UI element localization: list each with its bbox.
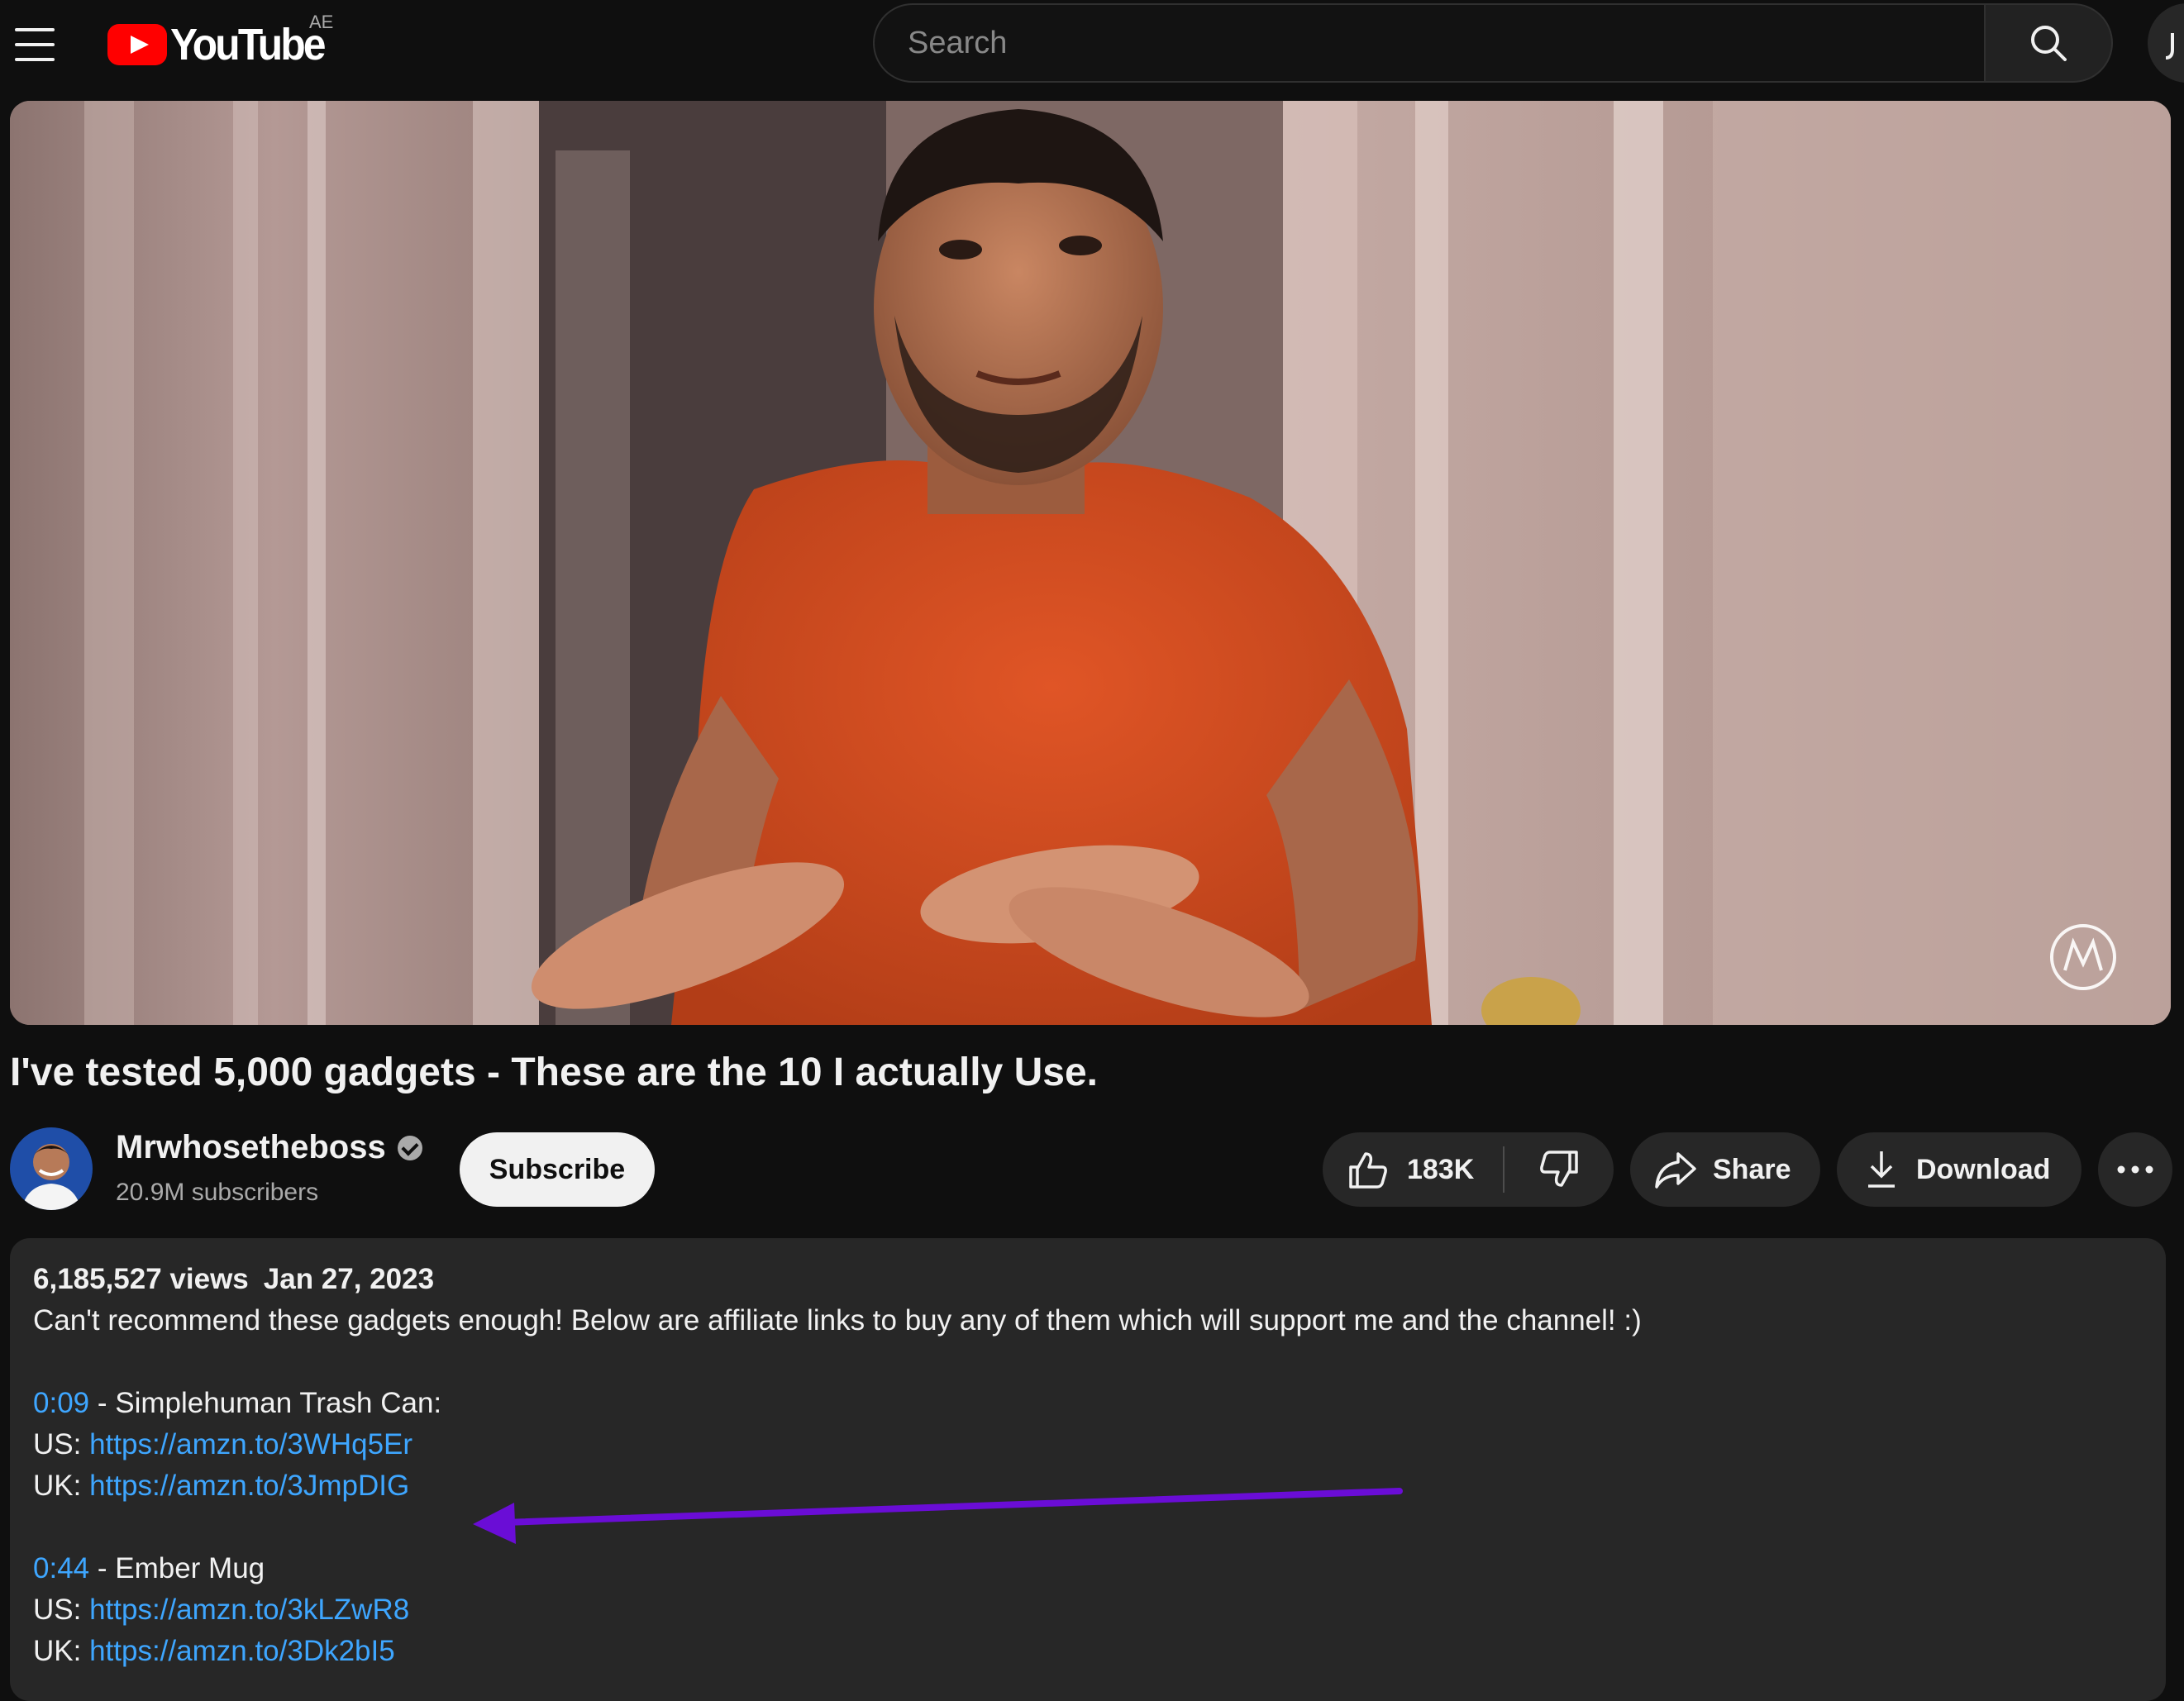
affiliate-link[interactable]: https://amzn.to/3JmpDIG [89, 1470, 409, 1502]
download-icon [1868, 1151, 1895, 1188]
like-icon [1349, 1152, 1387, 1189]
dislike-button[interactable] [1504, 1132, 1614, 1207]
masthead: YouTube AE [0, 0, 2184, 101]
mic-icon [2165, 33, 2174, 60]
uk-label: UK: [33, 1635, 90, 1667]
like-count: 183K [1407, 1153, 1475, 1185]
mic-button[interactable] [2148, 3, 2184, 83]
share-label: Share [1713, 1153, 1791, 1185]
chapter-title: - Simplehuman Trash Can: [89, 1387, 442, 1419]
dislike-icon [1540, 1151, 1578, 1187]
share-icon [1655, 1152, 1696, 1189]
menu-icon[interactable] [15, 28, 55, 61]
affiliate-link[interactable]: https://amzn.to/3kLZwR8 [89, 1594, 409, 1626]
description-meta: 6,185,527 views Jan 27, 2023 [33, 1263, 434, 1296]
chapter-line: 0:09 - Simplehuman Trash Can: [33, 1387, 441, 1420]
video-player[interactable] [10, 101, 2171, 1025]
subscribe-button[interactable]: Subscribe [460, 1132, 655, 1207]
more-icon [2117, 1165, 2153, 1174]
search-button[interactable] [1984, 3, 2113, 83]
us-link-line: US: https://amzn.to/3WHq5Er [33, 1428, 412, 1461]
channel-name[interactable]: Mrwhosetheboss [116, 1129, 422, 1166]
video-title: I've tested 5,000 gadgets - These are th… [10, 1051, 1099, 1094]
download-button[interactable]: Download [1837, 1132, 2081, 1207]
like-button[interactable]: 183K [1323, 1132, 1503, 1207]
video-frame [10, 101, 2171, 1025]
download-label: Download [1916, 1153, 2051, 1185]
timestamp-link[interactable]: 0:09 [33, 1387, 89, 1419]
timestamp-link[interactable]: 0:44 [33, 1552, 89, 1584]
uk-link-line: UK: https://amzn.to/3JmpDIG [33, 1470, 409, 1503]
logo-text: YouTube [170, 20, 327, 69]
youtube-logo[interactable]: YouTube [107, 20, 337, 69]
chapter-title: - Ember Mug [89, 1552, 265, 1584]
youtube-logo-icon [107, 24, 167, 65]
view-count: 6,185,527 views [33, 1263, 249, 1295]
affiliate-link[interactable]: https://amzn.to/3Dk2bI5 [89, 1635, 395, 1667]
us-label: US: [33, 1428, 90, 1460]
affiliate-link[interactable]: https://amzn.to/3WHq5Er [89, 1428, 412, 1460]
upload-date: Jan 27, 2023 [263, 1263, 435, 1295]
verified-icon [397, 1135, 422, 1160]
search-bar [873, 3, 2113, 83]
channel-avatar[interactable] [10, 1127, 93, 1210]
more-actions-button[interactable] [2098, 1132, 2172, 1207]
uk-label: UK: [33, 1470, 90, 1502]
channel-name-text: Mrwhosetheboss [116, 1129, 386, 1165]
subscriber-count: 20.9M subscribers [116, 1179, 319, 1206]
search-icon [2031, 26, 2067, 61]
description-panel[interactable]: 6,185,527 views Jan 27, 2023 Can't recomm… [10, 1238, 2166, 1701]
search-input[interactable] [873, 3, 1984, 83]
chapter-line: 0:44 - Ember Mug [33, 1552, 265, 1585]
us-label: US: [33, 1594, 90, 1626]
description-intro: Can't recommend these gadgets enough! Be… [33, 1304, 1642, 1336]
like-dislike-group: 183K [1323, 1132, 1614, 1207]
us-link-line: US: https://amzn.to/3kLZwR8 [33, 1594, 409, 1627]
country-code: AE [309, 12, 334, 32]
share-button[interactable]: Share [1630, 1132, 1820, 1207]
uk-link-line: UK: https://amzn.to/3Dk2bI5 [33, 1635, 395, 1668]
